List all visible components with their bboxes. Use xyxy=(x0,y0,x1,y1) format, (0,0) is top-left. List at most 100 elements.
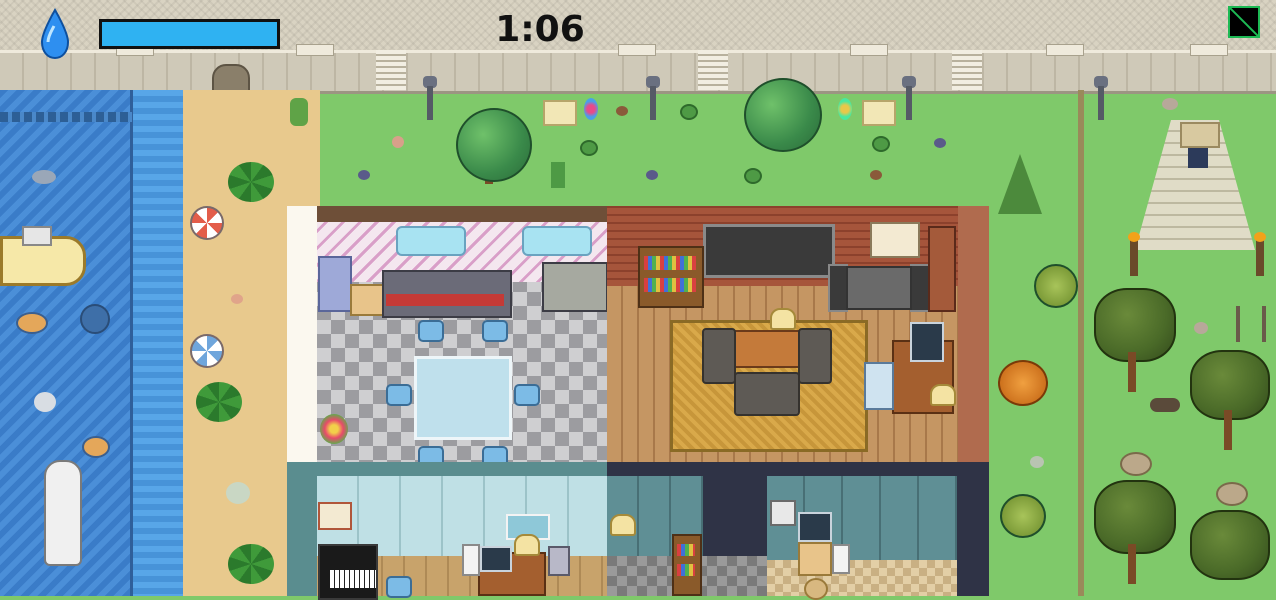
sofa[interactable] xyxy=(734,372,800,416)
kitchen-window xyxy=(522,226,592,256)
yacht-cabin xyxy=(22,226,52,246)
park-bench[interactable] xyxy=(862,100,896,126)
study-stool[interactable] xyxy=(804,578,828,600)
coffee-table[interactable] xyxy=(734,330,800,368)
pine-tree xyxy=(998,154,1042,214)
tree-stump xyxy=(1120,452,1152,476)
office-monitor[interactable] xyxy=(480,546,512,572)
shell xyxy=(231,294,243,304)
wall-cap xyxy=(1190,44,1228,56)
side-table xyxy=(350,284,384,316)
water-meter xyxy=(99,19,280,49)
swamp-tree-trunk xyxy=(1128,352,1136,392)
wall-cap xyxy=(618,44,656,56)
fence-line xyxy=(1078,90,1084,596)
beach-umbrella xyxy=(190,334,224,368)
armchair[interactable] xyxy=(702,328,736,384)
small-bush xyxy=(872,136,890,152)
wall-stairs xyxy=(698,50,728,90)
speedboat[interactable] xyxy=(44,460,82,566)
table-lamp[interactable] xyxy=(770,308,796,330)
sea-boulder xyxy=(80,304,110,334)
bush-tree xyxy=(1000,494,1046,538)
crab-rock xyxy=(82,436,110,458)
balloons xyxy=(584,98,598,120)
oven[interactable] xyxy=(542,262,608,312)
dining-stool[interactable] xyxy=(386,384,412,406)
wall-cap xyxy=(1046,44,1084,56)
telephone[interactable] xyxy=(770,500,796,526)
pebble xyxy=(646,170,658,180)
palm-tree xyxy=(228,162,274,202)
autumn-tree xyxy=(998,360,1048,406)
pebble xyxy=(870,170,882,180)
dining-stool[interactable] xyxy=(418,320,444,342)
mushroom xyxy=(1194,322,1208,334)
minimap-toggle-icon[interactable] xyxy=(1228,6,1260,38)
castle-wall-face xyxy=(0,50,1276,94)
dining-table[interactable] xyxy=(414,356,512,440)
balloons xyxy=(838,98,852,120)
tree-stump xyxy=(1216,482,1248,506)
study-desk[interactable] xyxy=(798,542,832,576)
computer-monitor[interactable] xyxy=(910,322,944,362)
grandfather-clock[interactable] xyxy=(928,226,956,312)
floor-lamp[interactable] xyxy=(930,384,956,406)
countdown-timer: 1:06 xyxy=(495,9,585,50)
printer xyxy=(462,544,480,576)
small-bookshelf[interactable] xyxy=(672,534,702,596)
park-bench[interactable] xyxy=(543,100,577,126)
pebble xyxy=(934,138,946,148)
reef-edge xyxy=(0,112,132,122)
torch-flame xyxy=(1128,232,1140,242)
fallen-log xyxy=(1150,398,1180,412)
speaker xyxy=(828,264,848,312)
floor-lamp[interactable] xyxy=(610,514,636,536)
notice-board xyxy=(318,502,352,530)
desk-lamp[interactable] xyxy=(514,534,540,556)
oak-tree xyxy=(456,108,532,182)
study-monitor[interactable] xyxy=(798,512,832,542)
piano-keys[interactable] xyxy=(330,570,376,588)
pebble xyxy=(616,106,628,116)
shallow-water xyxy=(130,90,188,596)
street-lamp-post xyxy=(1098,86,1104,120)
beach-umbrella xyxy=(190,206,224,240)
study-floor xyxy=(767,560,957,596)
tall-grass xyxy=(551,162,565,188)
wall-map xyxy=(870,222,920,258)
street-lamp-post xyxy=(650,86,656,120)
tv-cabinet xyxy=(846,266,912,310)
pc-tower xyxy=(832,544,850,574)
cactus xyxy=(290,98,308,126)
wall-stairs xyxy=(376,50,406,90)
dining-stool[interactable] xyxy=(482,320,508,342)
pebble xyxy=(392,136,404,148)
water-meter-fill xyxy=(102,22,277,46)
office-chair[interactable] xyxy=(864,362,894,410)
counter-cabinets xyxy=(386,294,504,306)
small-bush xyxy=(580,140,598,156)
oak-tree xyxy=(744,78,822,152)
palm-tree xyxy=(196,382,242,422)
pebble xyxy=(358,170,370,180)
bookshelf[interactable] xyxy=(638,246,704,308)
house-trim xyxy=(958,206,989,462)
wall-cap xyxy=(850,44,888,56)
minimap-diagonal-icon xyxy=(1230,8,1258,36)
wall-stairs xyxy=(952,50,982,90)
potted-flowers xyxy=(320,414,348,444)
beach-rock xyxy=(226,482,250,504)
fridge[interactable] xyxy=(318,256,352,312)
crab-rock xyxy=(16,312,48,334)
street-lamp-post xyxy=(427,86,433,120)
armchair[interactable] xyxy=(798,328,832,384)
wall-cap xyxy=(296,44,334,56)
torch-flame xyxy=(1254,232,1266,242)
dining-stool[interactable] xyxy=(514,384,540,406)
kitchen-window xyxy=(396,226,466,256)
television[interactable] xyxy=(703,224,835,278)
office-stool[interactable] xyxy=(386,576,412,598)
small-bush xyxy=(680,104,698,120)
street-lamp-post xyxy=(906,86,912,120)
